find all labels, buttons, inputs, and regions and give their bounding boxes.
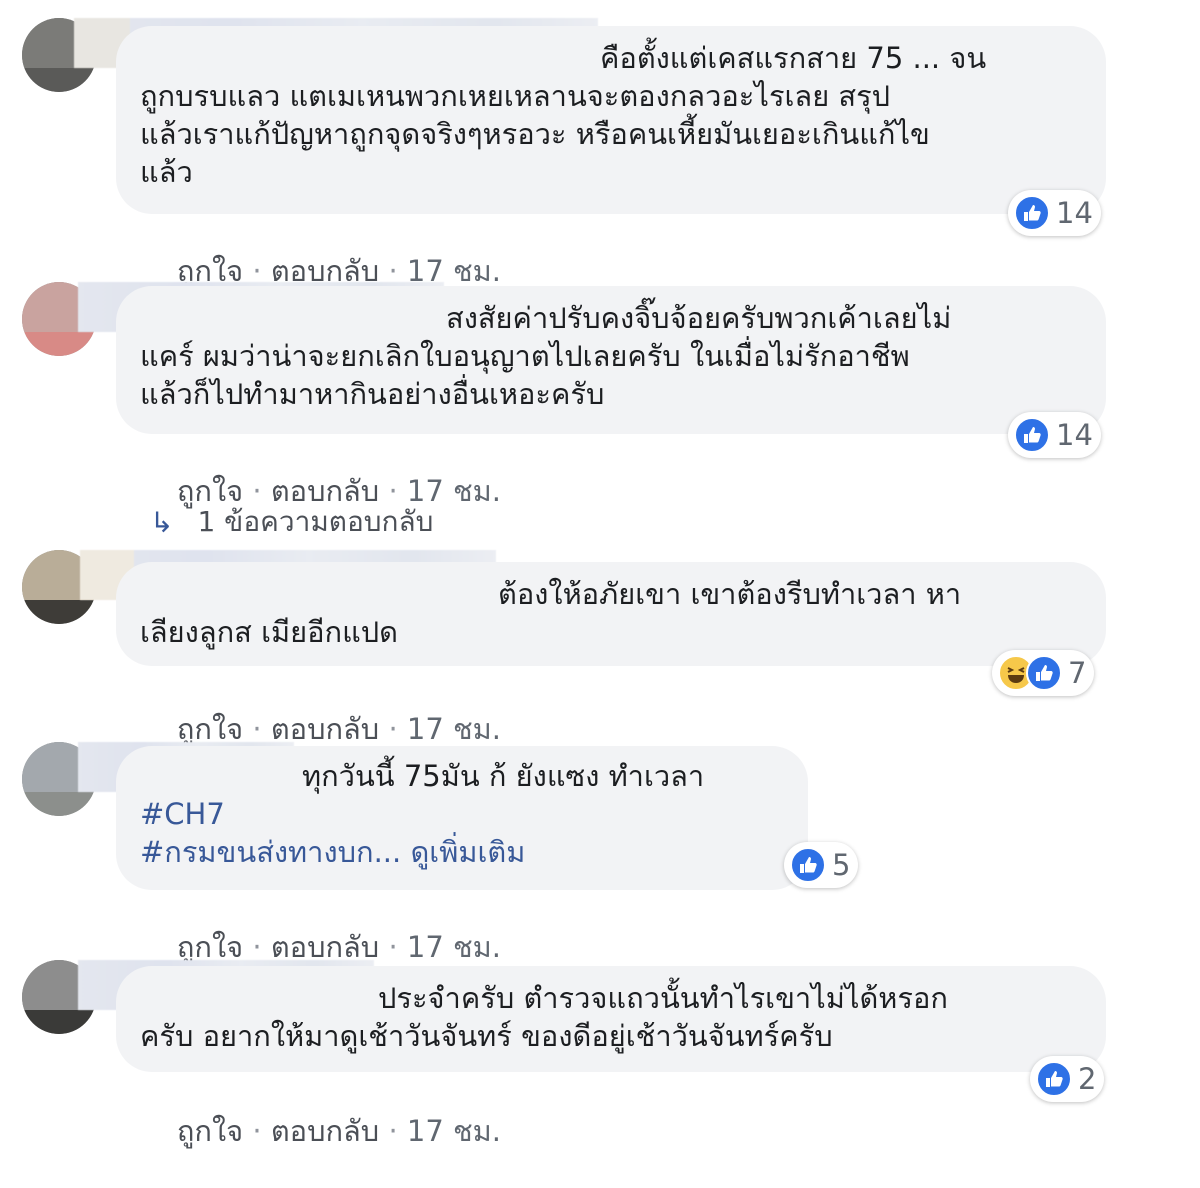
reaction-summary[interactable]: 14 (1008, 412, 1101, 458)
comment-text-line: #กรมขนส่งทางบก... ดูเพิ่มเติม (140, 834, 525, 871)
comment-text-line: แคร์ ผมว่าน่าจะยกเลิกใบอนุญาตไปเลยครับ ใ… (140, 339, 910, 373)
reaction-count: 14 (1056, 196, 1093, 230)
reaction-summary[interactable]: 14 (1008, 190, 1101, 236)
comment-text-line: แล้ว (140, 155, 193, 189)
hashtag-link[interactable]: #กรมขนส่งทางบก... (140, 835, 401, 869)
reply-link[interactable]: ตอบกลับ (271, 1114, 379, 1148)
replies-count-label: 1 ข้อความตอบกลับ (197, 505, 434, 538)
reaction-count: 2 (1078, 1062, 1097, 1096)
like-link[interactable]: ถูกใจ (177, 712, 243, 746)
like-reaction-icon (1036, 1061, 1072, 1097)
like-reaction-icon (790, 847, 826, 883)
like-reaction-icon (1026, 655, 1062, 691)
reply-link[interactable]: ตอบกลับ (271, 930, 379, 964)
reaction-count: 5 (832, 848, 851, 882)
comment-text-line: สงสัยค่าปรับคงจิ๊บจ้อยครับพวกเค้าเลยไม่ (446, 301, 952, 335)
see-more-link[interactable]: ดูเพิ่มเติม (410, 835, 525, 869)
timestamp[interactable]: 17 ชม. (407, 712, 501, 746)
comment-text-line: ถูกบรบแลว แตเมเหนพวกเหยเหลานจะตองกลวอะไร… (140, 79, 891, 113)
comment-text-line: แล้วก็ไปทำมาหากินอย่างอื่นเหอะครับ (140, 377, 605, 411)
like-link[interactable]: ถูกใจ (177, 1114, 243, 1148)
reaction-count: 7 (1068, 656, 1087, 690)
view-replies-link[interactable]: ↳ 1 ข้อความตอบกลับ (150, 500, 433, 544)
comment-text-line: ต้องให้อภัยเขา เขาต้องรีบทำเวลา หา (498, 577, 962, 611)
like-reaction-icon (1014, 417, 1050, 453)
comment-text-line: คือตั้งแต่เคสแรกสาย 75 ... จน (600, 41, 987, 75)
comment-text-line: แล้วเราแก้ปัญหาถูกจุดจริงๆหรอวะ หรือคนเห… (140, 117, 930, 151)
timestamp[interactable]: 17 ชม. (407, 930, 501, 964)
comment-actions: ถูกใจ · ตอบกลับ · 17 ชม. (176, 1114, 502, 1148)
comment-text-line: ประจำครับ ตำรวจแถวนั้นทำไรเขาไม่ได้หรอก (378, 981, 948, 1015)
timestamp[interactable]: 17 ชม. (407, 1114, 501, 1148)
reaction-summary[interactable]: 7 (992, 650, 1095, 696)
reaction-count: 14 (1056, 418, 1093, 452)
reply-arrow-icon: ↳ (150, 505, 174, 539)
comment-text-line: ครับ อยากให้มาดูเช้าวันจันทร์ ของดีอยู่เ… (140, 1019, 833, 1053)
like-link[interactable]: ถูกใจ (177, 930, 243, 964)
reaction-summary[interactable]: 5 (784, 842, 859, 888)
comment-text-line: ทุกวันนี้ 75มัน ก้ ยังแซง ทำเวลา (302, 759, 705, 793)
comment-text-line: เลียงลูกส เมียอีกแปด (140, 615, 399, 649)
reaction-summary[interactable]: 2 (1030, 1056, 1105, 1102)
hashtag-link[interactable]: #CH7 (140, 796, 225, 833)
like-reaction-icon (1014, 195, 1050, 231)
reply-link[interactable]: ตอบกลับ (271, 712, 379, 746)
